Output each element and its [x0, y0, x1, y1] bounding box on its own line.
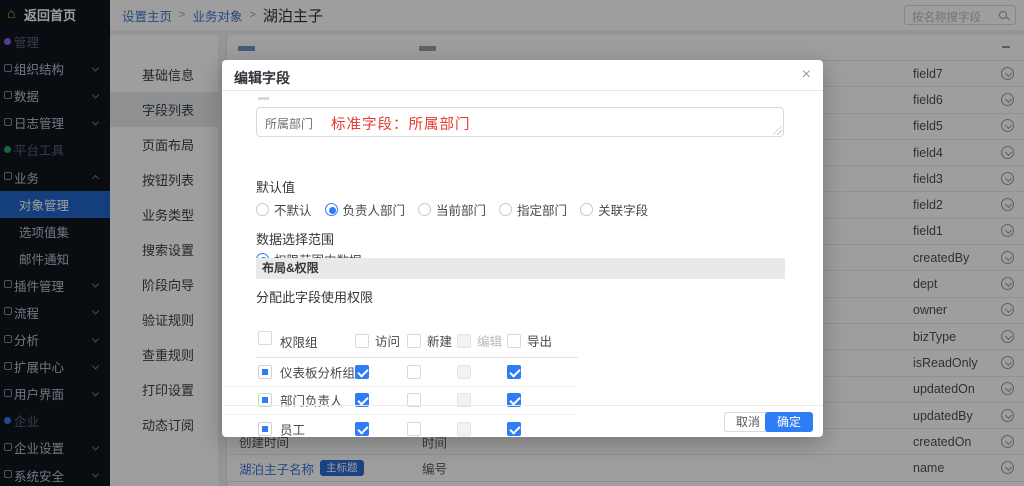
confirm-button[interactable]: 确定	[765, 412, 813, 432]
radio-icon	[256, 203, 269, 216]
column-label: 新建	[427, 331, 452, 350]
dialog-footer: 取消 确定	[222, 405, 823, 437]
field-name-value: 所属部门	[265, 115, 313, 132]
create-checkbox[interactable]	[407, 365, 421, 379]
permission-column-header: 新建	[407, 331, 452, 350]
column-label: 访问	[375, 331, 400, 350]
group-checkbox[interactable]	[258, 365, 272, 379]
column-label: 导出	[527, 331, 552, 350]
dialog-header: 编辑字段 ×	[222, 60, 823, 91]
permission-row: 仪表板分析组件	[222, 358, 578, 387]
column-checkbox[interactable]	[457, 334, 471, 348]
edit-field-dialog: 编辑字段 × 所属部门 标准字段：所属部门 默认值 不默认 负责人部门	[222, 60, 823, 437]
column-label: 编辑	[477, 331, 502, 350]
permission-table-header: 权限组 访问 新建 编辑 导出	[222, 328, 823, 350]
radio-option[interactable]: 当前部门	[418, 200, 486, 219]
dialog-body: 所属部门 标准字段：所属部门 默认值 不默认 负责人部门 当前部门 指	[222, 91, 823, 405]
radio-icon	[418, 203, 431, 216]
column-checkbox[interactable]	[355, 334, 369, 348]
app-window: ⌂ 返回首页 管理 组织结构 数据 日志管理	[0, 0, 1024, 486]
permission-column-header: 编辑	[457, 331, 502, 350]
radio-option[interactable]: 负责人部门	[325, 200, 406, 219]
radio-icon	[580, 203, 593, 216]
edit-checkbox[interactable]	[457, 365, 471, 379]
radio-label: 当前部门	[436, 200, 486, 219]
radio-option[interactable]: 关联字段	[580, 200, 648, 219]
permission-column-header: 访问	[355, 331, 400, 350]
radio-icon	[325, 203, 338, 216]
radio-option[interactable]: 指定部门	[499, 200, 567, 219]
close-icon[interactable]: ×	[802, 65, 811, 85]
assign-permission-label: 分配此字段使用权限	[256, 287, 373, 306]
layout-permission-section-bar: 布局&权限	[256, 258, 785, 279]
access-checkbox[interactable]	[355, 365, 369, 379]
field-name-textarea[interactable]: 所属部门 标准字段：所属部门	[256, 107, 784, 137]
radio-label: 指定部门	[517, 200, 567, 219]
radio-label: 不默认	[274, 200, 312, 219]
export-checkbox[interactable]	[507, 365, 521, 379]
clipped-text-fragment	[258, 97, 269, 100]
permission-header-columns: 访问 新建 编辑 导出	[222, 328, 823, 350]
radio-option[interactable]: 不默认	[256, 200, 312, 219]
radio-icon	[499, 203, 512, 216]
dialog-title: 编辑字段	[234, 68, 290, 88]
data-scope-label: 数据选择范围	[256, 229, 334, 248]
default-value-label: 默认值	[256, 177, 295, 196]
column-checkbox[interactable]	[507, 334, 521, 348]
radio-label: 负责人部门	[343, 200, 406, 219]
resize-grip-icon[interactable]	[773, 126, 782, 135]
red-annotation: 标准字段：所属部门	[331, 113, 471, 134]
column-checkbox[interactable]	[407, 334, 421, 348]
radio-label: 关联字段	[598, 200, 648, 219]
permission-column-header: 导出	[507, 331, 552, 350]
default-value-options: 不默认 负责人部门 当前部门 指定部门 关联字段	[256, 199, 661, 219]
